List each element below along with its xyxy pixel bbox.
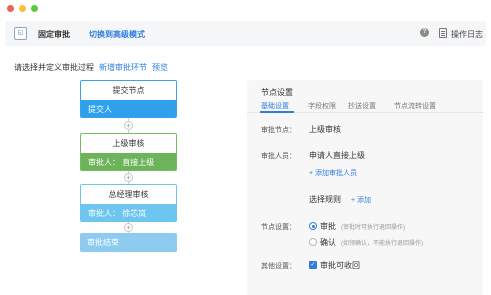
- flow-node-body: 审批人： 徐芯岚: [81, 204, 176, 221]
- close-window-button[interactable]: [7, 5, 14, 12]
- page-title: 固定审批: [38, 30, 70, 39]
- add-rule-link[interactable]: + 添加: [351, 195, 371, 205]
- approver-value: 申请人直接上级: [309, 151, 365, 160]
- log-icon[interactable]: [439, 28, 447, 38]
- approve-option-note: (审批时可执行退回操作): [341, 225, 405, 231]
- node-label: 审批节点：: [261, 127, 296, 134]
- flow-node-supervisor[interactable]: 上级审核 审批人： 直接上级: [80, 133, 177, 171]
- add-node-plus-icon[interactable]: +: [124, 121, 133, 130]
- tab-basic-settings[interactable]: 基础设置: [261, 101, 289, 111]
- window-titlebar: [0, 0, 491, 17]
- minimize-window-button[interactable]: [19, 5, 26, 12]
- flow-node-body: 提交人: [81, 100, 176, 117]
- confirm-option-note: (如领确认，不能执行退回操作): [341, 241, 423, 247]
- tab-node-flow-settings[interactable]: 节点流转设置: [394, 101, 436, 111]
- other-settings-label: 其他设置：: [261, 263, 296, 270]
- hint-text: 请选择并定义审批过程: [14, 63, 94, 72]
- approve-radio[interactable]: [309, 222, 317, 230]
- recall-label[interactable]: 审批可收回: [320, 260, 360, 271]
- node-value: 上级审核: [309, 125, 341, 134]
- add-node-plus-icon[interactable]: +: [124, 223, 133, 232]
- flow-node-body: 审批人： 直接上级: [81, 153, 176, 170]
- rule-label: 选择规则: [309, 195, 341, 204]
- node-settings-panel: 节点设置 基础设置 字段权限 抄送设置 节点流转设置 审批节点： 上级审核 审批…: [247, 80, 483, 295]
- toolbar: ◱ 固定审批 切换到高级模式 ? 操作日志: [5, 21, 486, 46]
- add-node-plus-icon[interactable]: +: [124, 173, 133, 182]
- tab-field-permissions[interactable]: 字段权限: [308, 101, 336, 111]
- flow-node-end[interactable]: 审批结束: [80, 233, 177, 252]
- recall-checkbox[interactable]: ✓: [309, 261, 317, 269]
- preview-link[interactable]: 预览: [152, 63, 168, 72]
- operation-log-link[interactable]: 操作日志: [451, 29, 483, 40]
- window-icon: ◱: [14, 27, 27, 40]
- flow-node-header: 提交节点: [81, 81, 176, 100]
- flow-node-submit[interactable]: 提交节点 提交人: [80, 80, 177, 118]
- flow-node-manager[interactable]: 总经理审核 审批人： 徐芯岚: [80, 184, 177, 222]
- flow-node-header: 总经理审核: [81, 185, 176, 204]
- add-approver-link[interactable]: + 添加审批人员: [309, 168, 357, 178]
- flow-node-header: 上级审核: [81, 134, 176, 153]
- approve-option-label[interactable]: 审批: [320, 221, 336, 232]
- switch-advanced-mode-link[interactable]: 切换到高级模式: [89, 29, 145, 40]
- tab-cc-settings[interactable]: 抄送设置: [348, 101, 376, 111]
- confirm-radio[interactable]: [309, 238, 317, 246]
- node-setting-label: 节点设置：: [261, 224, 296, 231]
- hint-row: 请选择并定义审批过程 新增审批环节 预览: [14, 62, 168, 73]
- help-icon[interactable]: ?: [420, 28, 429, 37]
- settings-tabs: 基础设置 字段权限 抄送设置 节点流转设置: [247, 100, 483, 113]
- confirm-option-label[interactable]: 确认: [320, 237, 336, 248]
- panel-title: 节点设置: [261, 88, 293, 97]
- add-approval-step-link[interactable]: 新增审批环节: [99, 63, 147, 72]
- active-tab-indicator: [260, 111, 294, 113]
- approver-label: 审批人员：: [261, 153, 296, 160]
- zoom-window-button[interactable]: [31, 5, 38, 12]
